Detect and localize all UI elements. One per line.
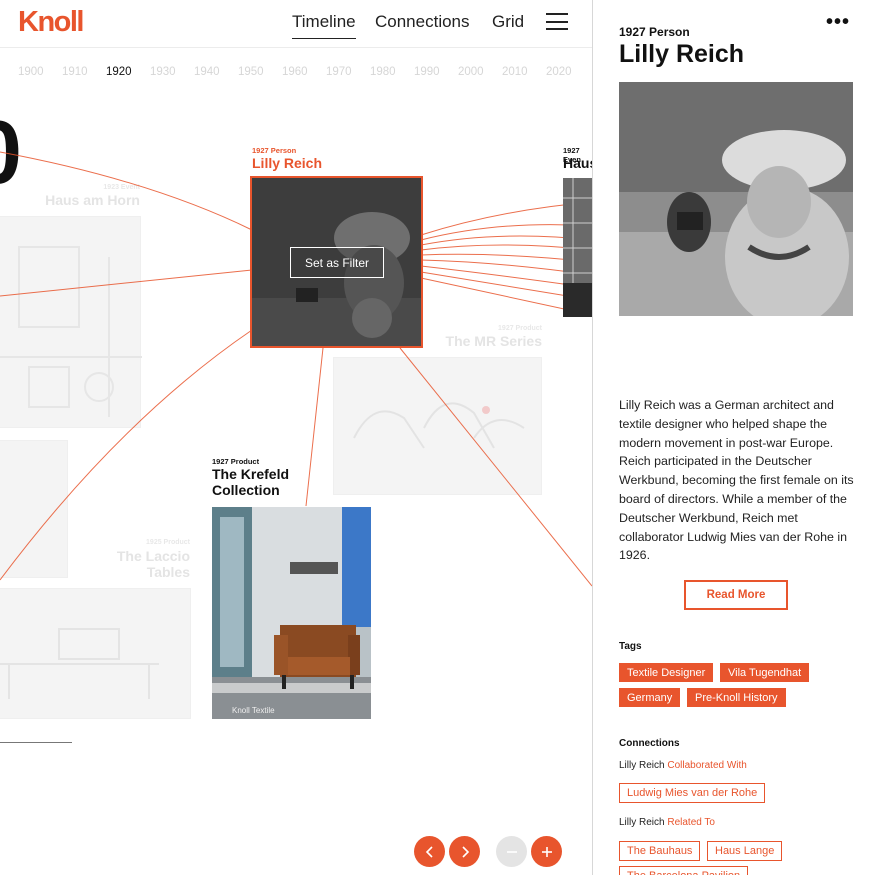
zoom-in-button[interactable] [531,836,562,867]
read-more-button[interactable]: Read More [684,580,788,610]
decade-1980[interactable]: 1980 [370,66,396,78]
krefeld-photo-caption: Knoll Textile [232,706,275,715]
haus-card-image[interactable] [563,178,592,317]
chevron-right-icon [461,845,469,858]
panel-title: Lilly Reich [619,40,745,68]
decade-1920[interactable]: 1920 [106,66,132,78]
more-options-icon[interactable]: ••• [826,11,850,34]
connection-relation: Collaborated With [667,760,747,771]
nav-connections[interactable]: Connections [375,12,470,38]
haus-card-title[interactable]: Haus [563,155,592,171]
haus-building-photo [563,178,592,317]
detail-panel: ••• 1927 Person Lilly Reich Lilly Reich … [592,0,875,875]
hamburger-menu-icon[interactable] [546,13,568,30]
panel-description: Lilly Reich was a German architect and t… [619,398,854,563]
decade-1950[interactable]: 1950 [238,66,264,78]
zoom-out-button[interactable] [496,836,527,867]
krefeld-card-title-line2[interactable]: Collection [212,482,280,498]
tags-heading: Tags [619,641,642,652]
timeline-scroll-bar[interactable] [0,742,72,743]
connection-subject: Lilly Reich [619,817,665,828]
connection-group-related: Lilly Reich Related To [619,817,715,828]
panel-portrait-photo [619,82,853,316]
tag-germany[interactable]: Germany [619,688,681,707]
decade-1900[interactable]: 1900 [18,66,44,78]
chevron-left-icon [425,845,433,858]
krefeld-card-image[interactable]: Knoll Textile [212,507,371,719]
krefeld-chair-photo [212,507,371,719]
knoll-logo[interactable]: Knoll [18,6,85,39]
reich-card-title[interactable]: Lilly Reich [252,155,322,171]
connection-group-collaborated: Lilly Reich Collaborated With [619,760,747,771]
previous-button[interactable] [414,836,445,867]
decade-1940[interactable]: 1940 [194,66,220,78]
decade-1910[interactable]: 1910 [62,66,88,78]
connections-heading: Connections [619,738,680,749]
nav-timeline[interactable]: Timeline [292,12,356,39]
set-as-filter-button[interactable]: Set as Filter [290,247,384,278]
connection-haus-lange[interactable]: Haus Lange [707,841,783,861]
decade-1930[interactable]: 1930 [150,66,176,78]
krefeld-card-title-line1[interactable]: The Krefeld [212,466,289,482]
connection-subject: Lilly Reich [619,760,665,771]
connection-relation: Related To [667,817,715,828]
decade-1960[interactable]: 1960 [282,66,308,78]
decade-2000[interactable]: 2000 [458,66,484,78]
tag-pre-knoll-history[interactable]: Pre-Knoll History [687,688,786,707]
tag-vila-tugendhat[interactable]: Vila Tugendhat [720,663,810,682]
minus-icon [506,850,517,853]
lilly-reich-photo [619,82,853,316]
nav-grid[interactable]: Grid [492,12,524,38]
header-divider [0,47,592,48]
connection-the-bauhaus[interactable]: The Bauhaus [619,841,701,861]
panel-meta: 1927 Person [619,25,690,39]
reich-card-image[interactable]: Set as Filter [250,176,423,348]
decade-2020[interactable]: 2020 [546,66,572,78]
decade-strip: 1900 1910 1920 1930 1940 1950 1960 1970 … [0,66,592,82]
connection-ludwig-mies-van-der-rohe[interactable]: Ludwig Mies van der Rohe [619,783,766,803]
next-button[interactable] [449,836,480,867]
plus-icon [541,846,552,857]
decade-1970[interactable]: 1970 [326,66,352,78]
timeline-canvas[interactable]: 0 1923 Event Haus am Horn 1927 Product T… [0,90,592,875]
tag-textile-designer[interactable]: Textile Designer [619,663,714,682]
reich-card-meta: 1927 Person [252,146,297,155]
connection-barcelona-pavilion[interactable]: The Barcelona Pavilion [619,866,749,875]
decade-1990[interactable]: 1990 [414,66,440,78]
krefeld-card-meta: 1927 Product [212,457,260,466]
decade-2010[interactable]: 2010 [502,66,528,78]
